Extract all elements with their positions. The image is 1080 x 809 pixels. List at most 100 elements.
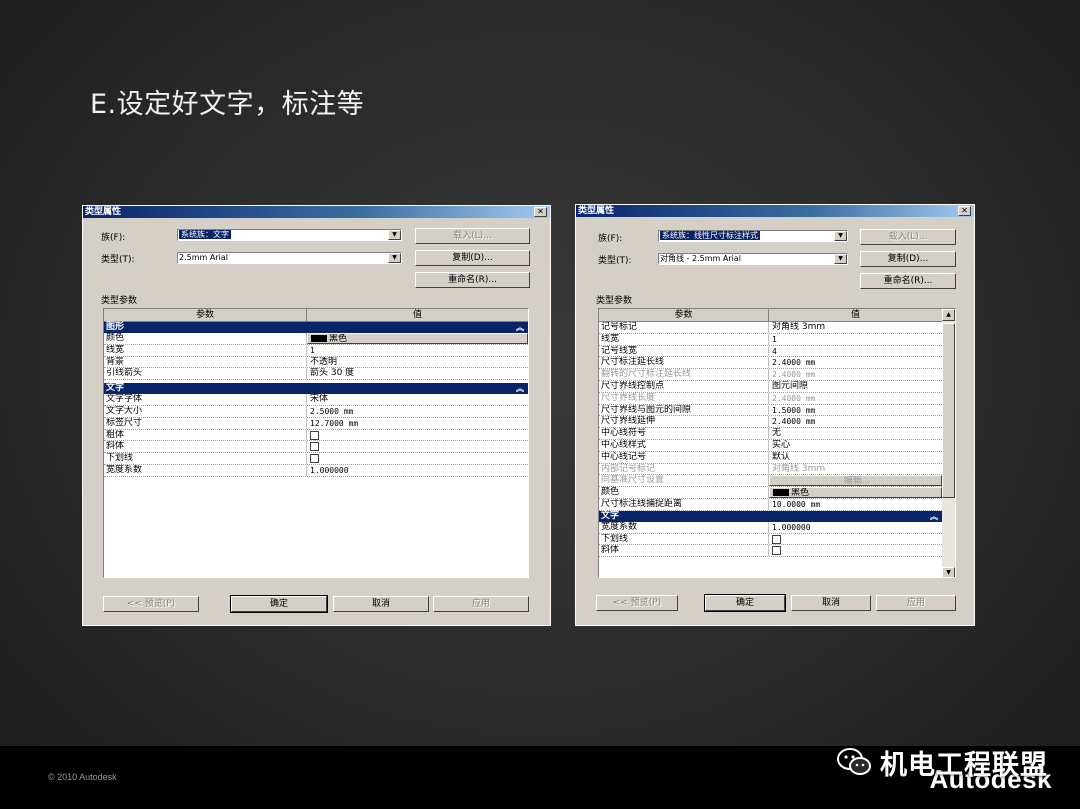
param-value[interactable]: 不透明 <box>307 357 528 368</box>
table-row[interactable]: 线宽 1 <box>104 344 528 357</box>
table-row[interactable]: 尺寸标注延长线 2.4000 mm <box>599 357 942 370</box>
param-value[interactable] <box>307 441 528 452</box>
table-row[interactable]: 粗体 <box>104 429 528 442</box>
param-value[interactable]: 2.4000 mm <box>769 416 942 427</box>
table-row[interactable]: 线宽 1 <box>599 333 942 346</box>
table-row[interactable]: 标签尺寸 12.7000 mm <box>104 417 528 430</box>
table-row[interactable]: 内部记号标记 对角线 3mm <box>599 463 942 476</box>
table-row[interactable]: 中心线样式 实心 <box>599 439 942 452</box>
ok-button[interactable]: 确定 <box>230 595 328 613</box>
param-value[interactable]: 黑色 <box>307 333 528 344</box>
type-combo[interactable]: 2.5mm Arial ▼ <box>177 252 402 264</box>
type-combo[interactable]: 对角线 - 2.5mm Arial ▼ <box>658 253 848 265</box>
table-row[interactable]: 文字字体 宋体 <box>104 394 528 406</box>
scroll-up-icon[interactable]: ▲ <box>942 309 955 321</box>
chevron-down-icon[interactable]: ▼ <box>388 253 401 263</box>
table-row[interactable]: 中心线记号 默认 <box>599 451 942 464</box>
param-value[interactable]: 10.0000 mm <box>769 499 942 510</box>
param-value[interactable]: 1.000000 <box>307 465 528 476</box>
preview-button[interactable]: << 预览(P) <box>596 595 678 611</box>
param-value[interactable] <box>307 430 528 441</box>
scroll-down-icon[interactable]: ▼ <box>942 567 955 577</box>
underline-checkbox[interactable] <box>772 534 781 544</box>
param-value[interactable]: 2.5000 mm <box>307 406 528 417</box>
param-value[interactable]: 12.7000 mm <box>307 418 528 429</box>
close-button[interactable]: ✕ <box>958 206 971 216</box>
vertical-scrollbar[interactable]: ▲ ▼ <box>942 309 955 577</box>
rename-button[interactable]: 重命名(R)... <box>860 273 956 289</box>
param-value[interactable]: 1 <box>769 334 942 345</box>
rename-button[interactable]: 重命名(R)... <box>415 272 530 288</box>
group-header-text[interactable]: 文字 ︽ <box>104 383 528 395</box>
table-row[interactable]: 颜色 黑色 <box>599 487 942 499</box>
bold-checkbox[interactable] <box>310 430 319 440</box>
table-row[interactable]: 斜体 <box>599 545 942 558</box>
table-row[interactable]: 宽度系数 1.000000 <box>599 521 942 534</box>
table-row[interactable]: 记号线宽 4 <box>599 345 942 358</box>
param-value[interactable]: 图元间隙 <box>769 381 942 392</box>
param-value[interactable]: 1.000000 <box>769 522 942 533</box>
scroll-thumb[interactable] <box>942 323 955 498</box>
param-value[interactable]: 宋体 <box>307 394 528 405</box>
table-row[interactable]: 中心线符号无 <box>599 428 942 440</box>
param-value[interactable]: 对角线 3mm <box>769 464 942 475</box>
chevron-down-icon[interactable]: ▼ <box>834 254 847 264</box>
table-row[interactable]: 背景 不透明 <box>104 356 528 369</box>
param-value[interactable]: 对角线 3mm <box>769 322 942 333</box>
table-row[interactable]: 斜体 <box>104 441 528 454</box>
group-header-graphics[interactable]: 图形 ︽ <box>104 322 528 333</box>
param-value[interactable]: 2.4000 mm <box>769 393 942 404</box>
table-row[interactable]: 翻转的尺寸标注延长线 2.4000 mm <box>599 369 942 381</box>
cancel-button[interactable]: 取消 <box>333 596 429 612</box>
table-row[interactable]: 尺寸界线与图元的间隙 1.5000 mm <box>599 404 942 417</box>
table-row[interactable]: 尺寸标注线捕捉距离 10.0000 mm <box>599 498 942 511</box>
param-value[interactable] <box>769 534 942 545</box>
load-button[interactable]: 载入(L)... <box>860 229 956 245</box>
edit-button[interactable]: 编辑... <box>769 475 942 487</box>
chevron-down-icon[interactable]: ▼ <box>388 230 401 240</box>
collapse-icon[interactable]: ︽ <box>516 383 524 394</box>
load-button[interactable]: 载入(L)... <box>415 228 530 244</box>
table-row[interactable]: 下划线 <box>104 453 528 465</box>
table-row[interactable]: 同基准尺寸设置 编辑... <box>599 475 942 488</box>
param-value[interactable]: 1 <box>307 345 528 356</box>
chevron-down-icon[interactable]: ▼ <box>834 231 847 241</box>
table-row[interactable]: 下划线 <box>599 533 942 546</box>
param-value[interactable]: 实心 <box>769 440 942 451</box>
table-row[interactable]: 记号标记 对角线 3mm <box>599 322 942 334</box>
preview-button[interactable]: << 预览(P) <box>103 596 199 612</box>
table-row[interactable]: 颜色 黑色 <box>104 333 528 345</box>
param-value[interactable]: 1.5000 mm <box>769 405 942 416</box>
duplicate-button[interactable]: 复制(D)... <box>860 251 956 267</box>
italic-checkbox[interactable] <box>310 442 319 452</box>
param-value[interactable]: 默认 <box>769 452 942 463</box>
table-row[interactable]: 引线箭头 箭头 30 度 <box>104 368 528 381</box>
cancel-button[interactable]: 取消 <box>791 595 871 611</box>
param-value[interactable]: 黑色 <box>769 487 942 498</box>
param-value[interactable]: 2.4000 mm <box>769 357 942 368</box>
family-combo[interactable]: 系统族：线性尺寸标注样式 ▼ <box>658 230 848 242</box>
param-value[interactable]: 2.4000 mm <box>769 369 942 380</box>
group-header-text[interactable]: 文字 ︽ <box>599 510 942 522</box>
param-value[interactable] <box>769 545 942 556</box>
param-name: 宽度系数 <box>599 521 769 533</box>
underline-checkbox[interactable] <box>310 454 319 464</box>
table-row[interactable]: 宽度系数 1.000000 <box>104 464 528 477</box>
param-value[interactable]: 无 <box>769 428 942 439</box>
apply-button[interactable]: 应用 <box>876 595 956 611</box>
italic-checkbox[interactable] <box>772 546 781 556</box>
param-value[interactable] <box>307 453 528 464</box>
collapse-icon[interactable]: ︽ <box>516 322 524 333</box>
table-row[interactable]: 文字大小 2.5000 mm <box>104 405 528 418</box>
table-row[interactable]: 尺寸界线延伸 2.4000 mm <box>599 416 942 429</box>
table-row[interactable]: 尺寸界线长度 2.4000 mm <box>599 392 942 405</box>
collapse-icon[interactable]: ︽ <box>930 511 938 522</box>
table-row[interactable]: 尺寸界线控制点 图元间隙 <box>599 380 942 393</box>
family-combo[interactable]: 系统族：文字 ▼ <box>177 229 402 241</box>
ok-button[interactable]: 确定 <box>704 594 786 612</box>
param-value[interactable]: 箭头 30 度 <box>307 368 528 379</box>
close-button[interactable]: ✕ <box>534 207 547 217</box>
apply-button[interactable]: 应用 <box>433 596 529 612</box>
param-value[interactable]: 4 <box>769 346 942 357</box>
duplicate-button[interactable]: 复制(D)... <box>415 250 530 266</box>
